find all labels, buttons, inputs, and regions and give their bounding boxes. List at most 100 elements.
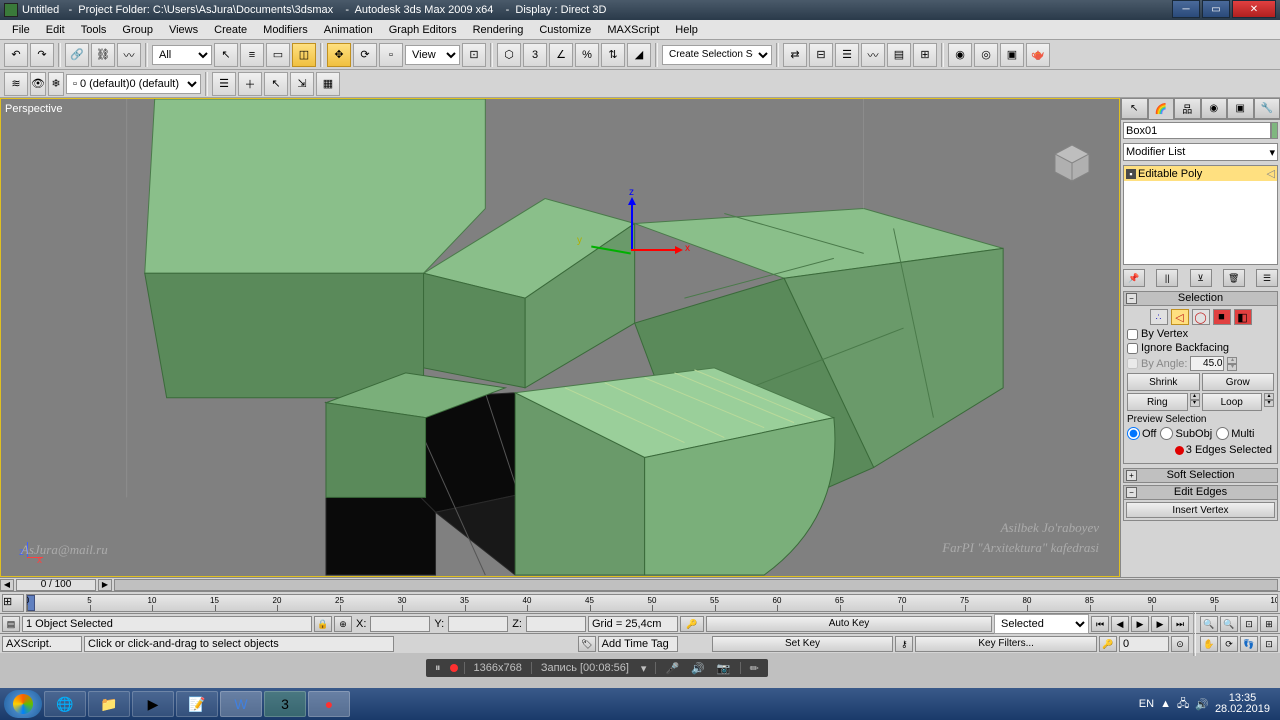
by-angle-checkbox[interactable] <box>1127 358 1138 369</box>
select-and-move-button[interactable]: ✥ <box>327 43 351 67</box>
time-tag-icon[interactable]: 🏷 <box>578 636 596 652</box>
by-vertex-checkbox[interactable] <box>1127 329 1138 340</box>
menu-animation[interactable]: Animation <box>316 22 381 38</box>
redo-button[interactable]: ↷ <box>30 43 54 67</box>
viewport-perspective[interactable]: z x y Perspective zx Asilbek Jo'raboyev … <box>0 98 1120 577</box>
taskbar-3dsmax[interactable]: 3 <box>264 691 306 717</box>
snap-toggle-button[interactable]: 3 <box>523 43 547 67</box>
menu-file[interactable]: File <box>4 22 38 38</box>
taskbar-media[interactable]: ▶ <box>132 691 174 717</box>
menu-views[interactable]: Views <box>161 22 206 38</box>
track-scroll-right[interactable]: ▶ <box>98 579 112 591</box>
pin-stack-button[interactable]: 📌 <box>1123 269 1145 287</box>
insert-vertex-button[interactable]: Insert Vertex <box>1126 502 1275 518</box>
menu-tools[interactable]: Tools <box>73 22 115 38</box>
unlink-button[interactable]: ⛓ <box>91 43 115 67</box>
key-filters-button[interactable]: Key Filters... <box>915 636 1097 652</box>
subobj-polygon[interactable]: ■ <box>1213 309 1231 325</box>
spinner-snap-button[interactable]: ⇅ <box>601 43 625 67</box>
next-frame-button[interactable]: ▶ <box>1151 616 1169 632</box>
loop-spin-down[interactable]: ▾ <box>1264 400 1274 407</box>
angle-spin-up[interactable]: ▴ <box>1227 357 1237 364</box>
material-editor-button[interactable]: ⊞ <box>913 43 937 67</box>
taskbar-ie[interactable]: 🌐 <box>44 691 86 717</box>
screen-recorder-overlay[interactable]: ⏸ 1366x768 Запись [00:08:56] ▾ 🎤 🔊 📷 ✏ <box>426 659 768 677</box>
tray-volume-icon[interactable]: 🔊 <box>1195 698 1209 711</box>
keymode-dropdown[interactable]: Selected <box>994 614 1089 634</box>
menu-rendering[interactable]: Rendering <box>465 22 532 38</box>
menu-group[interactable]: Group <box>114 22 161 38</box>
start-button[interactable] <box>4 690 42 718</box>
menu-customize[interactable]: Customize <box>531 22 599 38</box>
prev-frame-button[interactable]: ◀ <box>1111 616 1129 632</box>
maxscript-mini-listener-icon[interactable]: ▤ <box>2 616 20 632</box>
maximize-button[interactable]: ▭ <box>1202 0 1230 18</box>
walk-through-button[interactable]: 👣 <box>1240 636 1258 652</box>
system-tray[interactable]: EN ▲ 🖧 🔊 13:35 28.02.2019 <box>1139 693 1276 715</box>
key-mode-icon[interactable]: 🔑 <box>680 616 704 632</box>
layer-visible-icon[interactable]: 👁 <box>30 72 46 96</box>
frame-indicator[interactable]: 0 / 100 <box>16 579 96 591</box>
tab-motion[interactable]: ◉ <box>1201 98 1228 119</box>
goto-start-button[interactable]: ⏮ <box>1091 616 1109 632</box>
curve-editor-button[interactable]: 〰 <box>861 43 885 67</box>
select-layer-button[interactable]: ↖ <box>264 72 288 96</box>
menu-graph-editors[interactable]: Graph Editors <box>381 22 465 38</box>
quick-render-button[interactable]: 🫖 <box>1026 43 1050 67</box>
add-time-tag[interactable]: Add Time Tag <box>598 636 678 652</box>
layer-dropdown-icon[interactable]: ≋ <box>4 72 28 96</box>
zoom-button[interactable]: 🔍 <box>1200 616 1218 632</box>
shrink-button[interactable]: Shrink <box>1127 373 1200 391</box>
tray-network-icon[interactable]: 🖧 <box>1177 695 1189 714</box>
bind-spacewarp-button[interactable]: 〰 <box>117 43 141 67</box>
layer-select-highlight-button[interactable]: ▦ <box>316 72 340 96</box>
preview-multi-radio[interactable] <box>1216 427 1229 440</box>
goto-end-button[interactable]: ⏭ <box>1171 616 1189 632</box>
preview-subobj-radio[interactable] <box>1160 427 1173 440</box>
zoom-extents-button[interactable]: ⊡ <box>1240 616 1258 632</box>
layer-selector[interactable]: ▫ 0 (default)0 (default) <box>66 74 201 94</box>
ignore-backfacing-checkbox[interactable] <box>1127 343 1138 354</box>
taskbar-notes[interactable]: 📝 <box>176 691 218 717</box>
object-color-swatch[interactable] <box>1271 122 1278 139</box>
layer-props-button[interactable]: ⇲ <box>290 72 314 96</box>
menu-edit[interactable]: Edit <box>38 22 73 38</box>
remove-modifier-button[interactable]: 🗑 <box>1223 269 1245 287</box>
rollup-soft-selection-header[interactable]: +Soft Selection <box>1123 468 1278 483</box>
undo-button[interactable]: ↶ <box>4 43 28 67</box>
grow-button[interactable]: Grow <box>1202 373 1275 391</box>
tab-create[interactable]: ↖ <box>1121 98 1148 119</box>
setkey-button[interactable]: Set Key <box>712 636 894 652</box>
modifier-stack[interactable]: ▪ Editable Poly ◁ <box>1123 165 1278 265</box>
select-object-button[interactable]: ↖ <box>214 43 238 67</box>
ring-spin-up[interactable]: ▴ <box>1190 393 1200 400</box>
stack-item-editable-poly[interactable]: ▪ Editable Poly ◁ <box>1124 166 1277 181</box>
minimize-button[interactable]: ─ <box>1172 0 1200 18</box>
percent-snap-button[interactable]: % <box>575 43 599 67</box>
coord-z-field[interactable] <box>526 616 586 632</box>
key-filter-icon[interactable]: ⚷ <box>895 636 913 652</box>
tray-lang[interactable]: EN <box>1139 698 1154 710</box>
object-name-field[interactable] <box>1123 122 1271 139</box>
autokey-button[interactable]: Auto Key <box>706 616 992 632</box>
rollup-edit-edges-header[interactable]: −Edit Edges <box>1123 485 1278 500</box>
arc-rotate-button[interactable]: ⟳ <box>1220 636 1238 652</box>
mirror-button[interactable]: ⇄ <box>783 43 807 67</box>
rendered-frame-button[interactable]: ▣ <box>1000 43 1024 67</box>
loop-spin-up[interactable]: ▴ <box>1264 393 1274 400</box>
taskbar-explorer[interactable]: 📁 <box>88 691 130 717</box>
lock-selection-button[interactable]: 🔒 <box>314 616 332 632</box>
ref-coord-dropdown[interactable]: View <box>405 45 460 65</box>
tab-hierarchy[interactable]: 品 <box>1174 98 1201 119</box>
transform-type-in-button[interactable]: ⊕ <box>334 616 352 632</box>
add-to-layer-button[interactable]: ＋ <box>238 72 262 96</box>
select-by-name-button[interactable]: ≡ <box>240 43 264 67</box>
taskbar-recorder[interactable]: ● <box>308 691 350 717</box>
configure-sets-button[interactable]: ☰ <box>1256 269 1278 287</box>
track-scroll-left[interactable]: ◀ <box>0 579 14 591</box>
rollup-selection-header[interactable]: − Selection <box>1123 291 1278 306</box>
tab-utilities[interactable]: 🔧 <box>1254 98 1280 119</box>
coord-y-field[interactable] <box>448 616 508 632</box>
tray-flag-icon[interactable]: ▲ <box>1160 698 1171 710</box>
set-key-large-button[interactable]: 🔑 <box>1099 636 1117 652</box>
